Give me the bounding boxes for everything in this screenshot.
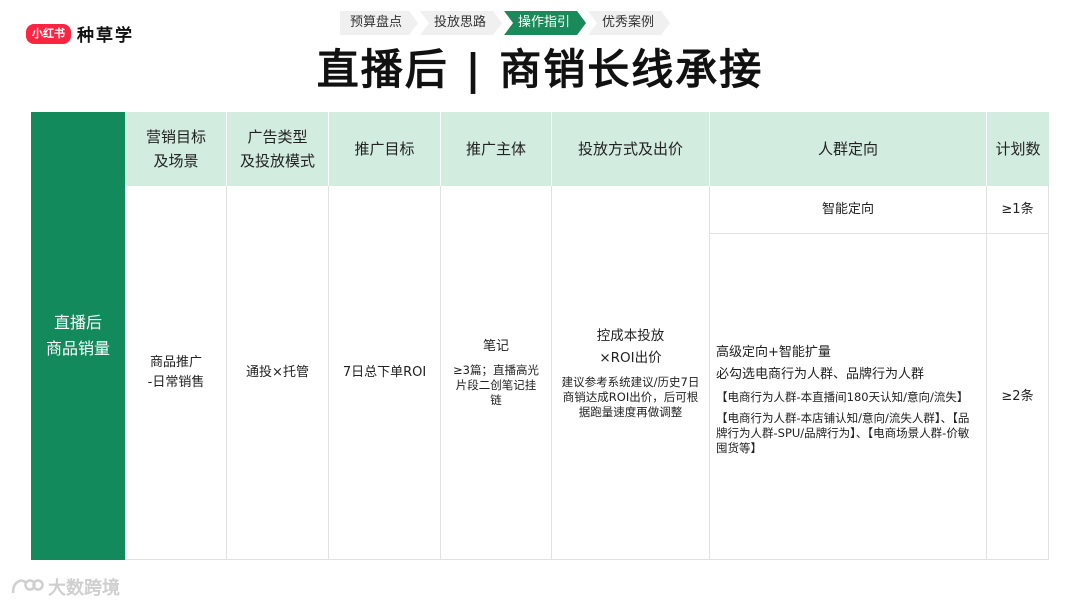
cell-bid-main-line2: ×ROI出价 — [599, 350, 662, 366]
step-strategy[interactable]: 投放思路 — [420, 11, 502, 35]
cell-bid-note: 建议参考系统建议/历史7日商销达成ROI出价，后可根据跑量速度再做调整 — [561, 375, 700, 419]
step-guide[interactable]: 操作指引 — [504, 11, 586, 35]
watermark-icon — [11, 579, 44, 594]
step-budget[interactable]: 预算盘点 — [340, 11, 418, 35]
crowd-adv-line1: 高级定向+智能扩量 — [716, 345, 831, 360]
cell-goal-line2: -日常销售 — [147, 374, 205, 390]
step-nav: 预算盘点 投放思路 操作指引 优秀案例 — [340, 11, 672, 35]
header-crowd: 人群定向 — [709, 112, 986, 186]
side-label: 直播后 商品销量 — [31, 112, 125, 560]
cell-count-smart: ≥1条 — [986, 186, 1049, 234]
header-goal: 营销目标 及场景 — [125, 112, 226, 186]
header-promo-target: 推广目标 — [328, 112, 440, 186]
cell-subject-note: ≥3篇；直播高光片段二创笔记挂链 — [453, 363, 539, 407]
crowd-adv-line2: 必勾选电商行为人群、品牌行为人群 — [716, 367, 925, 382]
cell-crowd-smart: 智能定向 — [709, 186, 986, 234]
watermark-text: 大数跨境 — [48, 578, 120, 599]
crowd-adv-line4: 【电商行为人群-本店铺认知/意向/流失人群】、【品牌行为人群-SPU/品牌行为】… — [716, 411, 970, 455]
header-subject: 推广主体 — [440, 112, 551, 186]
page-title: 直播后 | 商销长线承接 — [316, 45, 764, 94]
cell-bid-main-line1: 控成本投放 — [596, 328, 665, 344]
cell-subject: 笔记 ≥3篇；直播高光片段二创笔记挂链 — [440, 186, 551, 560]
header-ad-type-line2: 及投放模式 — [239, 152, 315, 170]
watermark: 大数跨境 — [10, 574, 120, 600]
header-plan-count: 计划数 — [986, 112, 1049, 186]
cell-crowd-advanced: 高级定向+智能扩量 必勾选电商行为人群、品牌行为人群 【电商行为人群-本直播间1… — [709, 234, 986, 560]
cell-ad-type: 通投×托管 — [226, 186, 328, 560]
header-goal-line2: 及场景 — [153, 152, 199, 170]
side-label-line2: 商品销量 — [45, 339, 110, 358]
step-cases[interactable]: 优秀案例 — [588, 11, 670, 35]
cell-goal: 商品推广 -日常销售 — [125, 186, 226, 560]
cell-goal-line1: 商品推广 — [149, 354, 202, 370]
strategy-table: 直播后 商品销量 营销目标 及场景 广告类型 及投放模式 推广目标 推广主体 投… — [31, 112, 1049, 560]
cell-subject-main: 笔记 — [482, 339, 509, 354]
cell-promo-target: 7日总下单ROI — [328, 186, 440, 560]
header-ad-type: 广告类型 及投放模式 — [226, 112, 328, 186]
side-label-line1: 直播后 — [53, 313, 102, 332]
header-goal-line1: 营销目标 — [145, 128, 206, 146]
header-ad-type-line1: 广告类型 — [247, 128, 308, 146]
header-bid: 投放方式及出价 — [551, 112, 709, 186]
cell-count-advanced: ≥2条 — [986, 234, 1049, 560]
crowd-adv-line3: 【电商行为人群-本直播间180天认知/意向/流失】 — [716, 390, 969, 404]
cell-bid: 控成本投放 ×ROI出价 建议参考系统建议/历史7日商销达成ROI出价，后可根据… — [551, 186, 709, 560]
